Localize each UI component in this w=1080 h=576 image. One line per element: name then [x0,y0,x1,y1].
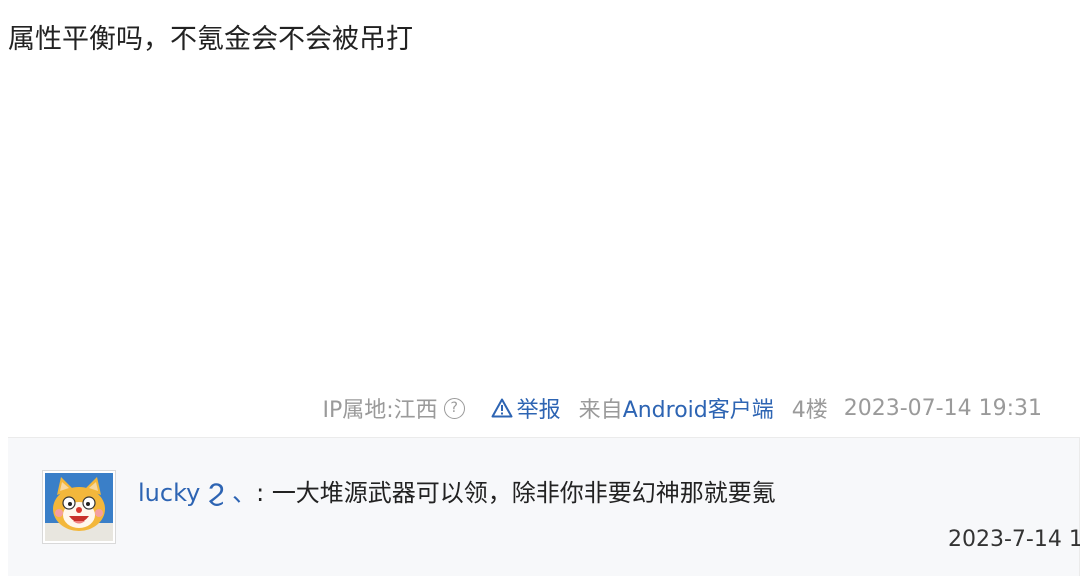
comment-line: lucky Ϩ 、: 一大堆源武器可以领，除非你非要幻神那就要氪 [138,476,776,510]
client-source-prefix: 来自 [578,398,623,423]
question-circle-icon[interactable]: ? [443,397,465,419]
post-timestamp: 2023-07-14 19:31 [843,395,1042,421]
warning-triangle-icon [491,398,513,418]
client-source: 来自Android客户端 [579,392,774,424]
comment-username-suffix[interactable]: Ϩ 、 [208,479,256,507]
comment-text: 一大堆源武器可以领，除非你非要幻神那就要氪 [271,479,776,507]
avatar[interactable] [42,470,116,544]
comment-panel: lucky Ϩ 、: 一大堆源武器可以领，除非你非要幻神那就要氪 2023-7-… [8,437,1080,576]
cartoon-cat-avatar [45,473,113,541]
comment-timestamp: 2023-7-14 1 [948,527,1080,552]
comment-separator: : [256,479,265,507]
client-source-link[interactable]: Android客户端 [623,398,774,423]
post-meta-bar: IP属地:江西 ? 举报 来自Android客户端 4楼 2023-07-14 … [322,390,1042,426]
floor-number: 4楼 [791,398,828,423]
post-content: 属性平衡吗，不氪金会不会被吊打 [8,24,413,55]
ip-location: IP属地:江西 [322,398,438,423]
comment-username[interactable]: lucky [138,479,200,507]
post-page: 属性平衡吗，不氪金会不会被吊打 IP属地:江西 ? 举报 来自Android客户… [0,0,1080,576]
report-button[interactable]: 举报 [491,392,561,424]
report-label: 举报 [516,398,561,423]
